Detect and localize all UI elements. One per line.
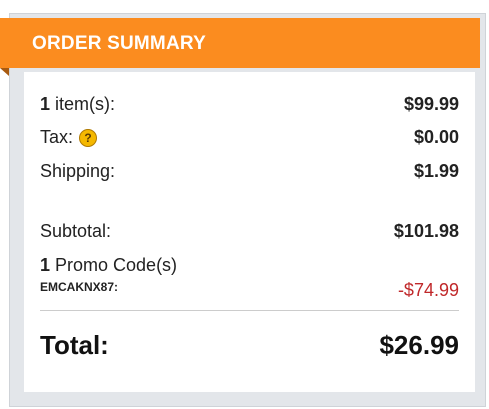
subtotal-value: $101.98 bbox=[393, 221, 459, 241]
total-divider bbox=[40, 310, 459, 311]
promo-code: EMCAKNX87: bbox=[40, 280, 119, 294]
promo-label-text: Promo Code(s) bbox=[50, 255, 178, 275]
tax-label-wrap: Tax:? bbox=[40, 127, 98, 148]
total-label: Total: bbox=[40, 330, 109, 360]
promo-label: 1 Promo Code(s) bbox=[40, 255, 177, 276]
tax-label: Tax: bbox=[40, 127, 74, 147]
items-label: 1 item(s): bbox=[40, 94, 115, 115]
promo-discount-value: -$74.99 bbox=[397, 280, 459, 300]
promo-count: 1 bbox=[40, 255, 51, 275]
question-circle-icon[interactable]: ? bbox=[79, 129, 98, 147]
tax-value: $0.00 bbox=[413, 127, 459, 147]
shipping-value: $1.99 bbox=[413, 161, 459, 181]
shipping-label: Shipping: bbox=[40, 161, 116, 181]
subtotal-label: Subtotal: bbox=[40, 221, 112, 241]
order-summary-card: 1 item(s): $99.99 Tax:? $0.00 Shipping: … bbox=[24, 72, 475, 392]
order-summary-header: ORDER SUMMARY bbox=[0, 18, 480, 68]
items-count: 1 bbox=[40, 94, 51, 114]
order-summary-title: ORDER SUMMARY bbox=[32, 33, 206, 54]
items-value: $99.99 bbox=[403, 94, 459, 114]
items-label-text: item(s): bbox=[50, 94, 116, 114]
banner-fold bbox=[0, 68, 9, 76]
total-value: $26.99 bbox=[379, 330, 459, 360]
